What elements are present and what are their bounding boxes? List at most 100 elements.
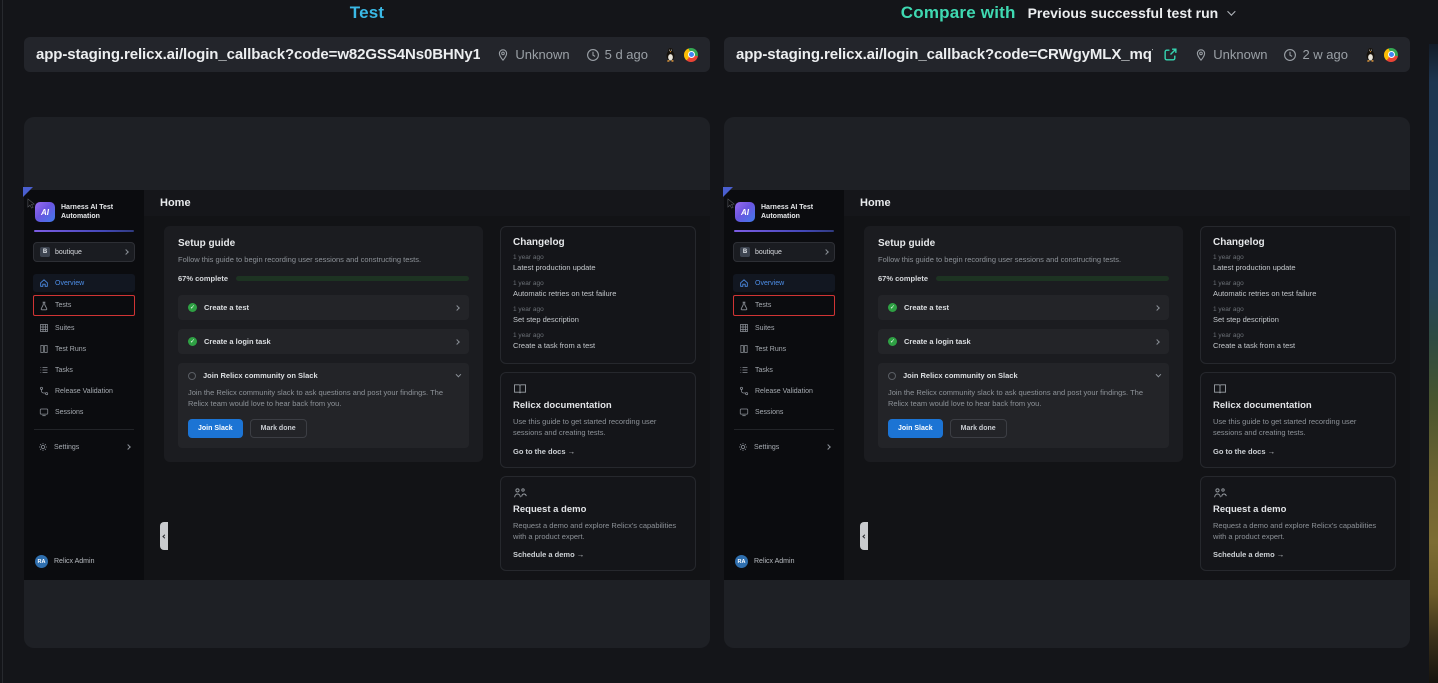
test-panel: Test app-staging.relicx.ai/login_callbac… <box>24 0 710 683</box>
documentation-card: Relicx documentation Use this guide to g… <box>1200 372 1396 468</box>
branch-icon <box>39 386 49 396</box>
join-slack-button[interactable]: Join Slack <box>888 419 943 438</box>
schedule-demo-link[interactable]: Schedule a demo → <box>513 550 683 559</box>
join-slack-button[interactable]: Join Slack <box>188 419 243 438</box>
sidebar-item-label: Sessions <box>755 409 783 416</box>
mark-done-button[interactable]: Mark done <box>950 419 1007 438</box>
sidebar-item-tasks[interactable]: Tasks <box>733 361 835 379</box>
schedule-demo-link[interactable]: Schedule a demo → <box>1213 550 1383 559</box>
changelog-entry: 1 year agoSet step description <box>1213 306 1383 324</box>
sidebar-item-test-runs[interactable]: Test Runs <box>733 340 835 358</box>
app-screenshot: AI Harness AI Test Automation B boutique… <box>724 190 1410 580</box>
sidebar-item-tests[interactable]: Tests <box>733 295 835 316</box>
go-to-docs-link[interactable]: Go to the docs → <box>513 447 683 456</box>
sidebar-item-tasks[interactable]: Tasks <box>33 361 135 379</box>
app-content: Setup guide Follow this guide to begin r… <box>144 216 710 580</box>
sidebar-item-tests[interactable]: Tests <box>33 295 135 316</box>
screen-icon <box>739 407 749 417</box>
url-bar[interactable]: app-staging.relicx.ai/login_callback?cod… <box>724 37 1410 72</box>
external-link-icon[interactable] <box>1163 47 1178 62</box>
setup-item-create-test[interactable]: ✓ Create a test <box>178 295 469 320</box>
grid-icon <box>39 323 49 333</box>
setup-progress: 67% complete <box>878 274 1169 283</box>
sidebar-item-sessions[interactable]: Sessions <box>33 403 135 421</box>
slack-buttons: Join Slack Mark done <box>188 419 459 438</box>
sidebar-item-label: Overview <box>755 280 784 287</box>
sidebar-item-sessions[interactable]: Sessions <box>733 403 835 421</box>
setup-item-create-login-task[interactable]: ✓ Create a login task <box>178 329 469 354</box>
demo-card: Request a demo Request a demo and explor… <box>500 476 696 572</box>
sidebar-collapse-handle[interactable] <box>160 522 168 550</box>
sidebar-item-settings[interactable]: Settings <box>33 438 135 456</box>
check-circle-icon: ✓ <box>188 337 197 346</box>
changelog-list: 1 year agoLatest production update1 year… <box>513 254 683 350</box>
join-slack-description: Join the Relicx community slack to ask q… <box>888 387 1159 410</box>
setup-guide-title: Setup guide <box>178 238 469 249</box>
progress-bar <box>236 276 469 281</box>
changelog-time: 1 year ago <box>1213 254 1383 261</box>
go-to-docs-link[interactable]: Go to the docs → <box>1213 447 1383 456</box>
demo-title: Request a demo <box>1213 504 1383 515</box>
panel-header: Test <box>24 0 710 24</box>
changelog-card: Changelog 1 year agoLatest production up… <box>500 226 696 364</box>
environment-icons <box>664 47 698 62</box>
brand-name: Harness AI Test Automation <box>61 202 133 222</box>
url-bar[interactable]: app-staging.relicx.ai/login_callback?cod… <box>24 37 710 72</box>
changelog-list: 1 year agoLatest production update1 year… <box>1213 254 1383 350</box>
sidebar-item-overview[interactable]: Overview <box>33 274 135 292</box>
sidebar-item-label: Tasks <box>755 367 773 374</box>
sidebar-item-label: Tests <box>755 302 771 309</box>
unchecked-circle-icon <box>888 372 896 380</box>
changelog-entry: 1 year agoCreate a task from a test <box>513 332 683 350</box>
changelog-entry: 1 year agoCreate a task from a test <box>1213 332 1383 350</box>
screen-icon <box>39 407 49 417</box>
sidebar-item-suites[interactable]: Suites <box>733 319 835 337</box>
sidebar-collapse-handle[interactable] <box>860 522 868 550</box>
compare-run-selector[interactable]: Previous successful test run <box>1028 5 1234 21</box>
mark-done-button[interactable]: Mark done <box>250 419 307 438</box>
documentation-title: Relicx documentation <box>1213 400 1383 411</box>
gear-icon <box>738 442 748 452</box>
project-selector[interactable]: B boutique <box>733 242 835 262</box>
sidebar-item-label: Test Runs <box>755 346 786 353</box>
sidebar-item-release-validation[interactable]: Release Validation <box>33 382 135 400</box>
environment-icons <box>1364 47 1398 62</box>
user-menu[interactable]: RA Relicx Admin <box>733 553 835 570</box>
project-selector[interactable]: B boutique <box>33 242 135 262</box>
brand-name: Harness AI Test Automation <box>761 202 833 222</box>
user-name: Relicx Admin <box>54 558 94 565</box>
settings-label: Settings <box>754 444 820 451</box>
setup-guide-title: Setup guide <box>878 238 1169 249</box>
slack-buttons: Join Slack Mark done <box>888 419 1159 438</box>
chevron-right-icon <box>123 249 129 255</box>
chevron-left-icon <box>862 534 866 538</box>
setup-item-create-login-task[interactable]: ✓ Create a login task <box>878 329 1169 354</box>
sidebar-item-settings[interactable]: Settings <box>733 438 835 456</box>
documentation-title: Relicx documentation <box>513 400 683 411</box>
demo-card: Request a demo Request a demo and explor… <box>1200 476 1396 572</box>
changelog-entry-title: Latest production update <box>513 263 683 272</box>
sidebar-item-suites[interactable]: Suites <box>33 319 135 337</box>
join-slack-header[interactable]: Join Relicx community on Slack <box>188 371 459 380</box>
page-title: Home <box>160 197 191 209</box>
sidebar-item-test-runs[interactable]: Test Runs <box>33 340 135 358</box>
panel-title: Compare with <box>901 3 1016 23</box>
sidebar-item-release-validation[interactable]: Release Validation <box>733 382 835 400</box>
chevron-down-icon <box>1156 371 1162 377</box>
changelog-entry-title: Set step description <box>513 315 683 324</box>
changelog-entry: 1 year agoLatest production update <box>1213 254 1383 272</box>
demo-description: Request a demo and explore Relicx's capa… <box>1213 520 1383 543</box>
screenshot-container: AI Harness AI Test Automation B boutique… <box>24 117 710 648</box>
join-slack-header[interactable]: Join Relicx community on Slack <box>888 371 1159 380</box>
columns-icon <box>39 344 49 354</box>
user-menu[interactable]: RA Relicx Admin <box>33 553 135 570</box>
sidebar-item-overview[interactable]: Overview <box>733 274 835 292</box>
clock-icon <box>1283 48 1297 62</box>
changelog-card: Changelog 1 year agoLatest production up… <box>1200 226 1396 364</box>
location-pin-icon <box>496 48 510 62</box>
age-meta: 5 d ago <box>586 47 648 62</box>
setup-guide-card: Setup guide Follow this guide to begin r… <box>864 226 1183 462</box>
chevron-down-icon <box>456 371 462 377</box>
setup-item-create-test[interactable]: ✓ Create a test <box>878 295 1169 320</box>
sidebar-item-label: Suites <box>755 325 774 332</box>
